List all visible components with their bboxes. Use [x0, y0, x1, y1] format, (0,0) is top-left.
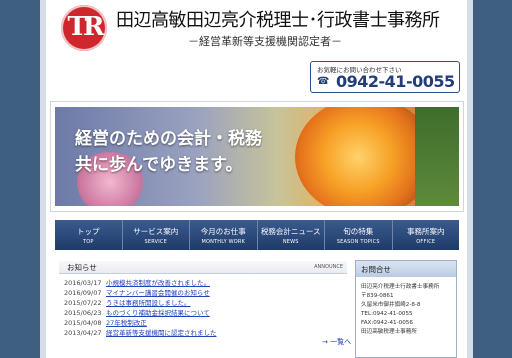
- phone-contact-box[interactable]: お気軽にお問い合わせ下さい ☎ 0942-41-0055: [310, 61, 460, 93]
- sidebar-address: 久留米市御井旗崎2-8-8: [361, 302, 421, 308]
- news-date: 2016/03/17: [64, 279, 102, 287]
- office-subtitle: －経営革新等支援機関認定者－: [188, 35, 342, 48]
- hero-headline-2: 共に歩んでゆきます。: [75, 155, 243, 175]
- nav-sublabel: SERVICE: [144, 239, 167, 245]
- nav-sublabel: TOP: [82, 239, 94, 245]
- sidebar-fax: FAX:0942-41-0056: [361, 320, 413, 326]
- nav-office[interactable]: 事務所案内 OFFICE: [393, 220, 460, 250]
- hero-banner: 経営のための会計・税務 共に歩んでゆきます。: [55, 107, 459, 206]
- office-name: 田辺高敏田辺亮介税理士･行政書士事務所: [116, 10, 440, 31]
- hero-headline-1: 経営のための会計・税務: [75, 129, 262, 149]
- nav-label: 今月のお仕事: [200, 227, 246, 236]
- news-link[interactable]: うきは事務所開設しました。: [106, 299, 191, 307]
- sidebar-office-name-2: 田辺高敏税理士事務所: [361, 329, 417, 335]
- news-item: 2016/09/07 マイナンバー講習会開催のお知らせ: [64, 287, 344, 297]
- nav-sublabel: MONTHLY WORK: [201, 239, 246, 245]
- contact-sidebar: お問合せ 田辺亮介税理士行政書士事務所 〒839-0861 久留米市御井旗崎2-…: [355, 260, 457, 358]
- news-link[interactable]: ものづくり補助金採択結果について: [106, 309, 210, 317]
- news-section-header: お知らせ ANNOUNCE: [59, 261, 347, 274]
- news-date: 2013/04/27: [64, 329, 102, 337]
- news-date: 2015/07/22: [64, 299, 102, 307]
- nav-label: トップ: [77, 227, 100, 236]
- leaf-image: [415, 107, 459, 206]
- news-date: 2015/04/08: [64, 319, 102, 327]
- phone-number: 0942-41-0055: [336, 72, 455, 91]
- main-nav: トップ TOP サービス案内 SERVICE 今月のお仕事 MONTHLY WO…: [55, 220, 459, 250]
- nav-sublabel: SEASON TOPICS: [336, 239, 380, 245]
- sidebar-postal-code: 〒839-0861: [361, 293, 394, 299]
- news-date: 2016/09/07: [64, 289, 102, 297]
- nav-label: サービス案内: [133, 227, 179, 236]
- phone-icon: ☎: [317, 76, 330, 87]
- news-date: 2015/06/23: [64, 309, 102, 317]
- nav-label: 旬の特集: [343, 227, 374, 236]
- sidebar-office-name: 田辺亮介税理士行政書士事務所: [361, 284, 440, 290]
- news-item: 2015/06/23 ものづくり補助金採択結果について: [64, 307, 344, 317]
- news-item: 2015/07/22 うきは事務所開設しました。: [64, 297, 344, 307]
- nav-service[interactable]: サービス案内 SERVICE: [123, 220, 190, 250]
- orange-rose-image: [295, 107, 435, 206]
- news-more-link[interactable]: → 一覧へ: [322, 337, 351, 347]
- sidebar-tel: TEL:0942-41-0055: [361, 311, 413, 317]
- nav-sublabel: OFFICE: [416, 239, 436, 245]
- nav-news[interactable]: 税務会計ニュース NEWS: [258, 220, 325, 250]
- news-title-en: ANNOUNCE: [314, 264, 343, 270]
- news-item: 2013/04/27 経営革新等支援機関に認定されました: [64, 327, 344, 337]
- news-link[interactable]: 27年税制改正: [106, 319, 147, 327]
- nav-monthly-work[interactable]: 今月のお仕事 MONTHLY WORK: [190, 220, 258, 250]
- office-logo[interactable]: TR: [61, 5, 107, 51]
- news-item: 2015/04/08 27年税制改正: [64, 317, 344, 327]
- nav-season-topics[interactable]: 旬の特集 SEASON TOPICS: [325, 220, 393, 250]
- news-link[interactable]: 小規模共済制度が改善されました。: [106, 279, 210, 287]
- news-link[interactable]: マイナンバー講習会開催のお知らせ: [106, 289, 210, 297]
- sidebar-title: お問合せ: [356, 261, 456, 277]
- logo-text: TR: [67, 12, 105, 42]
- nav-sublabel: NEWS: [282, 239, 299, 245]
- news-item: 2016/03/17 小規模共済制度が改善されました。: [64, 277, 344, 287]
- page-shadow-right: [467, 0, 473, 358]
- news-title: お知らせ: [67, 263, 97, 272]
- nav-label: 税務会計ニュース: [260, 227, 321, 236]
- nav-label: 事務所案内: [407, 227, 445, 236]
- news-link[interactable]: 経営革新等支援機関に認定されました: [106, 329, 217, 337]
- nav-top[interactable]: トップ TOP: [55, 220, 123, 250]
- news-list: 2016/03/17 小規模共済制度が改善されました。 2016/09/07 マイナ…: [64, 277, 344, 337]
